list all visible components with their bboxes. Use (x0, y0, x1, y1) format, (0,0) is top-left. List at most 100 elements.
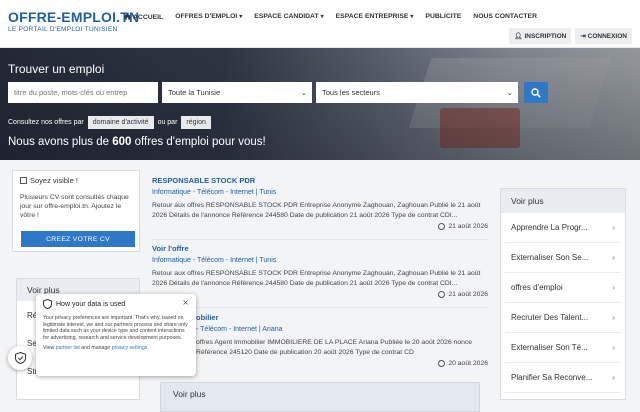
chevron-right-icon: › (612, 253, 615, 262)
auth-buttons: 👤︎ INSCRIPTION ⇥ CONNEXION (509, 28, 632, 44)
right-more-item-label: Recruter Des Talent... (511, 313, 589, 322)
browse-region-link[interactable]: région (181, 116, 211, 129)
nav-candidat-label: ESPACE CANDIDAT (254, 13, 319, 20)
privacy-header: How your data is used (43, 299, 189, 309)
job-description: Retour aux offres RESPONSABLE STOCK PDR … (152, 270, 481, 287)
count-suffix: offres d'emploi pour vous! (134, 136, 266, 148)
search-icon (531, 87, 541, 98)
count-prefix: Nous avons plus de (8, 136, 110, 148)
right-more-item[interactable]: offres d'emploi › (505, 273, 621, 303)
chevron-right-icon: › (612, 283, 615, 292)
inscription-label: INSCRIPTION (524, 33, 567, 40)
nav-accueil-label: ACCUEIL (133, 14, 164, 21)
sector-select-value: Tous les secteurs (322, 88, 380, 97)
job-title[interactable]: RESPONSABLE STOCK PDR (152, 176, 488, 185)
mid-more-panel[interactable]: Voir plus (160, 382, 480, 412)
privacy-settings-link[interactable]: privacy settings (112, 345, 148, 351)
job-listing: Voir l'offre Informatique - Télécom - In… (152, 244, 488, 298)
nav-publicite[interactable]: PUBLICITE (425, 13, 461, 21)
right-more-title: Voir plus (501, 189, 625, 213)
user-icon: 👤︎ (514, 33, 523, 40)
right-more-item-label: offres d'emploi (511, 283, 563, 292)
browse-or: ou par (157, 119, 178, 126)
job-category[interactable]: - Télécom - Internet | Ariana (196, 326, 488, 333)
hero-banner: Trouver un emploi Toute la Tunisie ⌄ Tou… (0, 48, 640, 160)
job-date: 20 août 2026 (196, 360, 488, 367)
login-icon: ⇥ (580, 33, 586, 40)
shield-icon (43, 299, 52, 309)
nav-offres[interactable]: OFFRES D'EMPLOI ▾ (175, 13, 242, 21)
job-date-text: 21 août 2026 (448, 291, 488, 298)
job-title[interactable]: obilier (196, 313, 488, 322)
job-listing: RESPONSABLE STOCK PDR Informatique - Tél… (152, 176, 488, 230)
job-listing: obilier - Télécom - Internet | Ariana of… (196, 313, 488, 367)
home-icon (124, 13, 131, 20)
privacy-links-prefix: View (43, 345, 55, 351)
connexion-label: CONNEXION (587, 33, 627, 40)
job-title[interactable]: Voir l'offre (152, 244, 488, 253)
job-date-text: 21 août 2026 (448, 223, 488, 230)
sector-select[interactable]: Tous les secteurs ⌄ (316, 82, 518, 103)
nav-entreprise[interactable]: ESPACE ENTREPRISE ▾ (336, 13, 414, 21)
site-header: OFFRE-EMPLOI.TN LE PORTAIL D'EMPLOI TUNI… (0, 0, 640, 48)
cv-promo-text: Plusieurs CV sont consultés chaque jour … (20, 194, 129, 219)
privacy-text: Your privacy preferences are important. … (43, 315, 188, 341)
clock-icon (438, 360, 446, 367)
search-form: Toute la Tunisie ⌄ Tous les secteurs ⌄ (8, 82, 548, 103)
right-more-panel: Voir plus Apprendre La Progr... › Externa… (500, 188, 626, 400)
checkbox-icon (20, 177, 27, 184)
site-logo[interactable]: OFFRE-EMPLOI.TN LE PORTAIL D'EMPLOI TUNI… (8, 9, 139, 33)
nav-contact[interactable]: NOUS CONTACTER (473, 13, 537, 21)
nav-offres-label: OFFRES D'EMPLOI (175, 13, 238, 20)
chevron-right-icon: › (612, 343, 615, 352)
privacy-links-suffix: . (147, 345, 149, 351)
right-more-item[interactable]: Externaliser Son Té... › (505, 333, 621, 363)
chevron-right-icon: › (612, 313, 615, 322)
close-icon[interactable]: × (182, 298, 189, 307)
caret-down-icon: ▾ (239, 14, 243, 20)
privacy-settings-button[interactable] (8, 346, 32, 370)
connexion-button[interactable]: ⇥ CONNEXION (575, 28, 632, 44)
create-cv-button[interactable]: CREEZ VOTRE CV (21, 231, 135, 247)
browse-domain-link[interactable]: domaine d'activité (87, 116, 154, 129)
nav-contact-label: NOUS CONTACTER (473, 13, 537, 20)
privacy-popup: How your data is used × Your privacy pre… (36, 294, 196, 376)
nav-candidat[interactable]: ESPACE CANDIDAT ▾ (254, 13, 323, 21)
right-more-item[interactable]: Recruter Des Talent... › (505, 303, 621, 333)
right-more-item[interactable]: Planifier Sa Reconve... › (505, 363, 621, 393)
privacy-links-mid: and manage (81, 345, 111, 351)
cv-promo-title: Soyez visible ! (20, 176, 132, 185)
privacy-links: View partner list and manage privacy set… (43, 345, 189, 351)
job-date: 21 août 2026 (152, 291, 488, 298)
job-date: 21 août 2026 (152, 223, 488, 230)
search-input[interactable] (8, 82, 158, 103)
chevron-right-icon: › (612, 223, 615, 232)
partner-list-link[interactable]: partner list (56, 345, 80, 351)
cv-promo-title-text: Soyez visible ! (30, 176, 78, 185)
right-more-item[interactable]: Externaliser Son Se... › (505, 243, 621, 273)
region-select[interactable]: Toute la Tunisie ⌄ (162, 82, 312, 103)
chevron-right-icon: › (612, 373, 615, 382)
right-more-item-label: Externaliser Son Té... (511, 343, 588, 352)
right-more-item[interactable]: Apprendre La Progr... › (505, 213, 621, 243)
region-select-value: Toute la Tunisie (168, 88, 221, 97)
right-more-item-label: Apprendre La Progr... (511, 223, 588, 232)
caret-down-icon: ▾ (320, 14, 324, 20)
main-nav: ACCUEIL OFFRES D'EMPLOI ▾ ESPACE CANDIDAT… (124, 13, 537, 21)
browse-text: Consultez nos offres par (8, 119, 84, 126)
right-more-item-label: Externaliser Son Se... (511, 253, 589, 262)
nav-accueil[interactable]: ACCUEIL (124, 13, 163, 21)
hero-title: Trouver un emploi (8, 62, 105, 76)
job-category[interactable]: Informatique - Télécom - Internet | Tuni… (152, 189, 488, 196)
nav-publicite-label: PUBLICITE (425, 13, 462, 20)
cv-promo-box: Soyez visible ! Plusieurs CV sont consul… (12, 170, 140, 252)
logo-tagline: LE PORTAIL D'EMPLOI TUNISIEN (8, 26, 118, 33)
job-category[interactable]: Informatique - Télécom - Internet | Tuni… (152, 257, 488, 264)
count-value: 600 (112, 136, 132, 148)
search-button[interactable] (524, 82, 548, 103)
inscription-button[interactable]: 👤︎ INSCRIPTION (509, 28, 572, 44)
job-description: Retour aux offres RESPONSABLE STOCK PDR … (152, 202, 481, 219)
privacy-title: How your data is used (56, 300, 126, 308)
chevron-down-icon: ⌄ (506, 88, 513, 97)
nav-entreprise-label: ESPACE ENTREPRISE (335, 13, 409, 20)
